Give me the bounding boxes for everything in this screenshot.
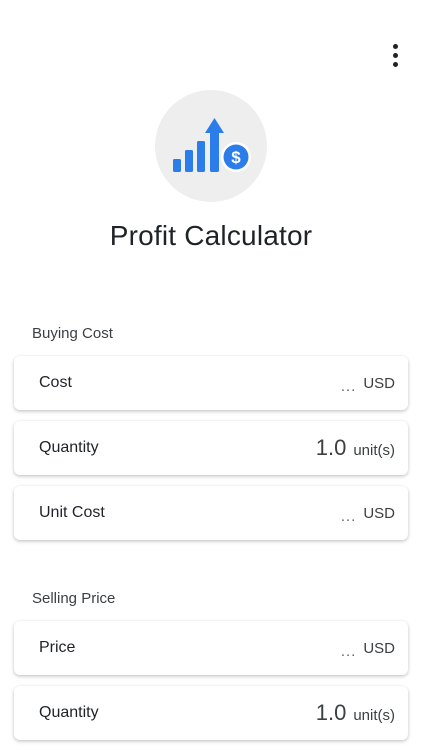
section-label-selling: Selling Price — [32, 590, 116, 607]
cost-unit: USD — [363, 374, 395, 392]
cost-label: Cost — [39, 374, 72, 391]
quantity-label: Quantity — [39, 704, 99, 721]
price-unit: USD — [363, 639, 395, 657]
page-title: Profit Calculator — [109, 220, 313, 251]
section-label-buying: Buying Cost — [32, 325, 113, 342]
price-placeholder: ... — [340, 642, 357, 660]
quantity-field-selling[interactable]: Quantity 1.0 unit(s) — [14, 686, 408, 740]
svg-text:$: $ — [231, 148, 241, 167]
quantity-unit: unit(s) — [353, 442, 395, 459]
quantity-value: 1.0 — [315, 700, 347, 725]
more-options-icon[interactable] — [382, 42, 408, 68]
unit-cost-field[interactable]: Unit Cost ... USD — [14, 486, 408, 540]
menu-dot — [392, 52, 398, 58]
cost-placeholder: ... — [340, 377, 357, 395]
unit-cost-placeholder: ... — [340, 507, 357, 525]
profit-calculator-screen: $ Profit Calculator Buying Cost Cost ...… — [0, 0, 422, 750]
quantity-unit: unit(s) — [353, 707, 395, 724]
app-logo: $ — [155, 90, 267, 202]
quantity-label: Quantity — [39, 439, 99, 456]
menu-dot — [392, 61, 398, 67]
chart-up-dollar-icon: $ — [173, 118, 251, 172]
price-field[interactable]: Price ... USD — [14, 621, 408, 675]
quantity-value: 1.0 — [315, 435, 347, 460]
cost-field[interactable]: Cost ... USD — [14, 356, 408, 410]
unit-cost-unit: USD — [363, 504, 395, 522]
price-label: Price — [39, 639, 76, 656]
menu-dot — [392, 43, 398, 49]
quantity-field-buying[interactable]: Quantity 1.0 unit(s) — [14, 421, 408, 475]
unit-cost-label: Unit Cost — [39, 504, 105, 521]
